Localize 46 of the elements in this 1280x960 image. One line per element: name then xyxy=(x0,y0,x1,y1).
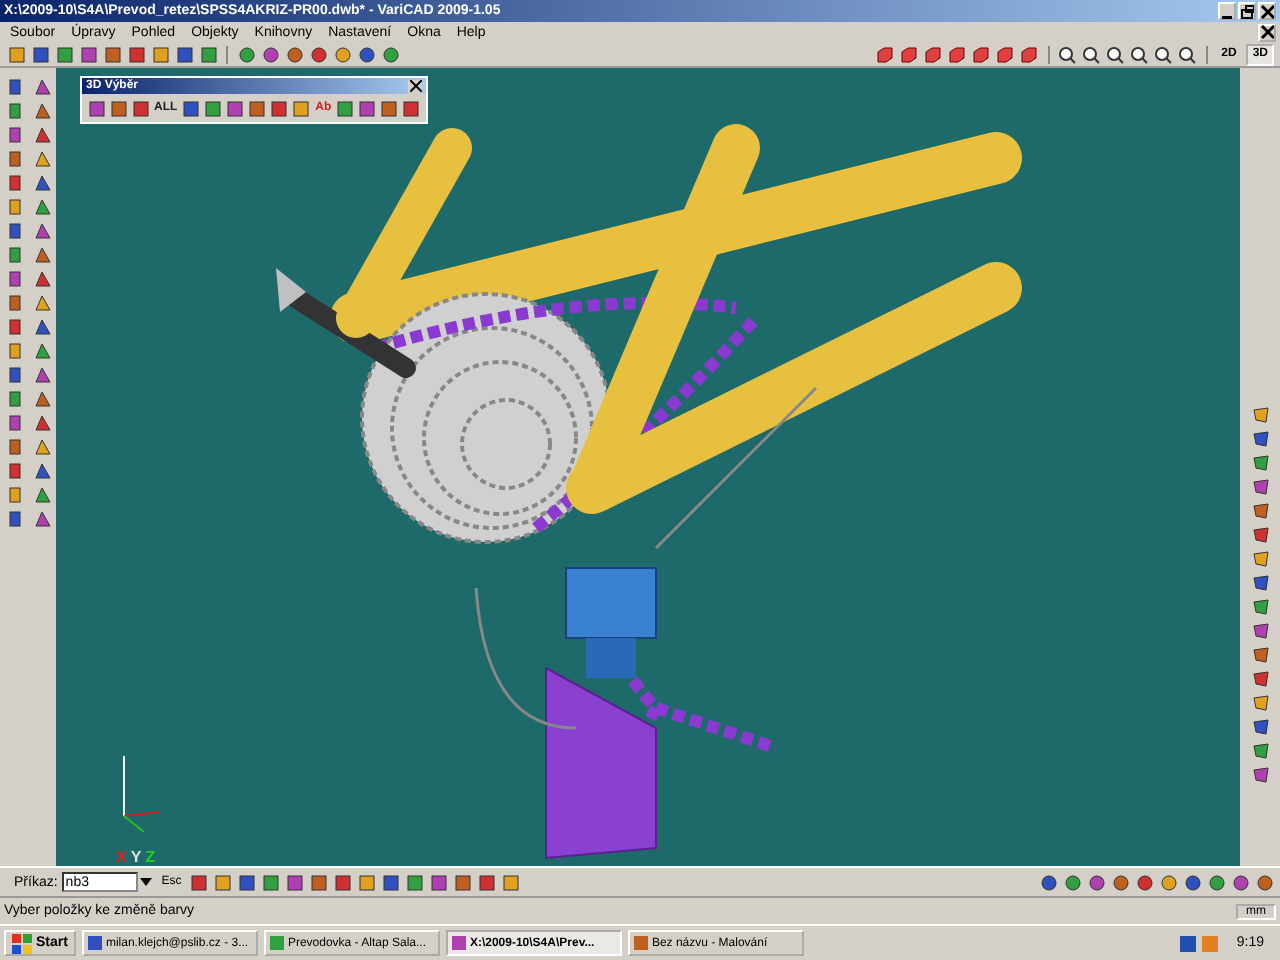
toolbar-icon[interactable] xyxy=(501,872,522,892)
selection-icon[interactable] xyxy=(357,98,378,118)
zoom-icon[interactable] xyxy=(1129,44,1150,64)
close-icon[interactable] xyxy=(1258,23,1276,41)
close-icon[interactable] xyxy=(1258,2,1276,20)
toolbar-icon[interactable] xyxy=(333,872,354,892)
selection-icon[interactable] xyxy=(203,98,224,118)
toolbar-icon[interactable] xyxy=(381,872,402,892)
selection-icon[interactable] xyxy=(269,98,290,118)
toolbar-icon[interactable] xyxy=(213,872,234,892)
selection-icon[interactable] xyxy=(335,98,356,118)
zoom-icon[interactable] xyxy=(1057,44,1078,64)
toolbar-icon[interactable] xyxy=(453,872,474,892)
axis-label: X xyxy=(116,848,127,866)
toolbar-icon[interactable] xyxy=(405,872,426,892)
zoom-icon[interactable] xyxy=(1105,44,1126,64)
toolbar-icon[interactable] xyxy=(285,872,306,892)
cube-icon[interactable] xyxy=(947,44,968,64)
selection-icon[interactable] xyxy=(247,98,268,118)
toolbar-icon[interactable] xyxy=(309,872,330,892)
close-icon[interactable] xyxy=(408,79,422,93)
cube-icon[interactable] xyxy=(1019,44,1040,64)
axis-label: Y xyxy=(130,848,142,866)
cube-icon[interactable] xyxy=(875,44,896,64)
zoom-icon[interactable] xyxy=(1081,44,1102,64)
toolbar-icon[interactable] xyxy=(429,872,450,892)
toolbar-icon[interactable] xyxy=(237,872,258,892)
cube-icon[interactable] xyxy=(923,44,944,64)
toolbar-icon[interactable] xyxy=(357,872,378,892)
cube-icon[interactable] xyxy=(899,44,920,64)
toolbar-icon[interactable] xyxy=(261,872,282,892)
cube-icon[interactable] xyxy=(995,44,1016,64)
minimize-icon[interactable] xyxy=(1218,2,1236,20)
selection-icon[interactable] xyxy=(291,98,312,118)
toolbar-icon[interactable] xyxy=(477,872,498,892)
selection-icon[interactable] xyxy=(181,98,202,118)
zoom-icon[interactable] xyxy=(1153,44,1174,64)
toolbar-icon[interactable] xyxy=(189,872,210,892)
cube-icon[interactable] xyxy=(971,44,992,64)
selection-icon[interactable] xyxy=(379,98,400,118)
selection-icon[interactable] xyxy=(401,98,422,118)
restore-icon[interactable] xyxy=(1238,2,1256,20)
windows-logo-icon xyxy=(12,933,32,953)
zoom-icon[interactable] xyxy=(1177,44,1198,64)
axis-label: Z xyxy=(145,848,156,866)
selection-icon[interactable] xyxy=(225,98,246,118)
